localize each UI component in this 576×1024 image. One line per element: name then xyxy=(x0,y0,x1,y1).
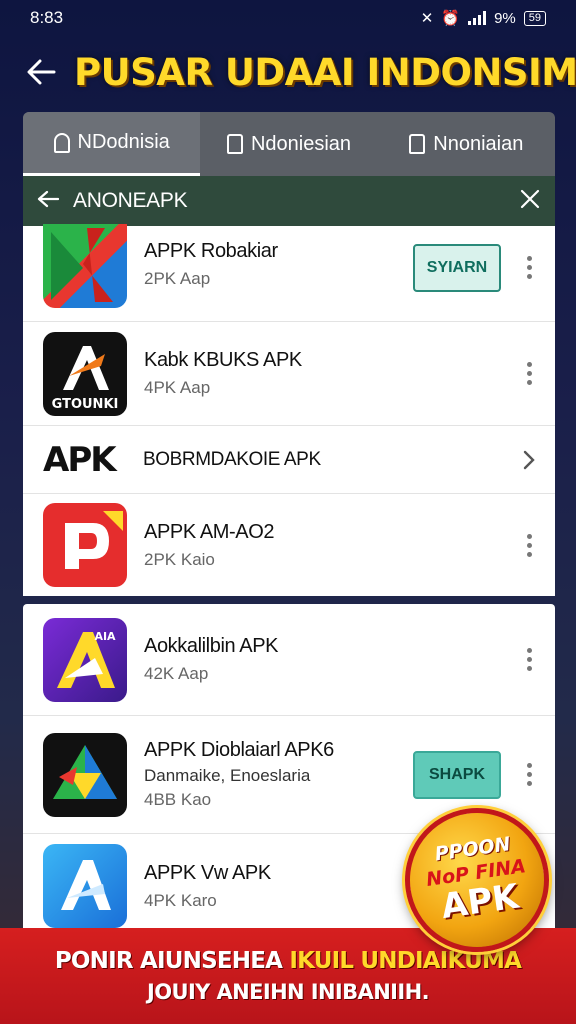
search-input[interactable]: ANONEAPK xyxy=(73,189,519,213)
back-arrow-icon xyxy=(37,190,60,207)
more-options-icon[interactable] xyxy=(519,362,539,385)
tab-label: Ndoniesian xyxy=(250,132,352,155)
close-icon xyxy=(520,189,540,208)
list-item[interactable]: APK BOBRMDAKOIE APK xyxy=(23,426,555,494)
tab-label: NDodnisia xyxy=(77,131,170,153)
status-icons: ✕ ⏰ 9% 59 xyxy=(421,9,546,27)
purple-a-app-icon: AIA xyxy=(43,617,127,702)
app-header: PUSAR UDAAI INDONSIM xyxy=(0,40,576,104)
signal-icon xyxy=(468,11,487,25)
status-bar: 8:83 ✕ ⏰ 9% 59 xyxy=(0,0,576,36)
app-list: APPK Robakiar 2PK Aap SYIARN GTOUNKI Kab… xyxy=(23,224,555,596)
battery-percent: 9% xyxy=(494,9,516,27)
chevron-right-icon[interactable] xyxy=(519,450,539,470)
back-button[interactable] xyxy=(26,52,56,92)
app-subtitle: 4PK Aap xyxy=(144,378,211,397)
more-options-icon[interactable] xyxy=(519,648,539,671)
list-item[interactable]: APPK Robakiar 2PK Aap SYIARN xyxy=(23,224,555,322)
app-title: APPK AM-AO2 xyxy=(144,520,275,543)
alarm-icon: ⏰ xyxy=(441,10,461,27)
app-title: APPK Dioblaiarl APK6 xyxy=(144,739,334,761)
page-title: PUSAR UDAAI INDONSIM xyxy=(74,50,576,94)
search-back-button[interactable] xyxy=(37,190,60,213)
icon-text: AIA xyxy=(94,630,116,643)
app-title: APPK Robakiar xyxy=(144,240,278,262)
more-options-icon[interactable] xyxy=(519,256,539,279)
banner-headline-a: PONIR AIUNSEHEA xyxy=(54,948,283,974)
gtounki-a-icon: GTOUNKI xyxy=(43,331,127,416)
document-icon xyxy=(226,134,243,154)
tab-label: Nnoniaian xyxy=(433,132,524,155)
list-item[interactable]: AIA Aokkalilbin APK 42K Aap xyxy=(23,604,555,716)
search-bar: ANONEAPK xyxy=(23,176,555,226)
home-icon xyxy=(53,132,70,153)
more-options-icon[interactable] xyxy=(519,763,539,786)
battery-icon: 59 xyxy=(523,10,546,26)
app-subtitle: 2PK Aap xyxy=(144,269,211,288)
red-green-x-app-icon xyxy=(43,224,127,308)
notification-icon: ✕ xyxy=(420,10,434,27)
red-d-app-icon xyxy=(43,503,127,587)
status-time: 8:83 xyxy=(30,8,64,27)
share-button[interactable]: SHAPK xyxy=(413,750,501,799)
tab-bar: NDodnisia Ndoniesian Nnoniaian xyxy=(23,112,555,176)
install-button[interactable]: SYIARN xyxy=(413,244,501,292)
green-blue-triangle-app-icon xyxy=(43,732,127,817)
app-title: BOBRMDAKOIE APK xyxy=(143,448,321,470)
app-subtitle: Danmaike, Enoeslaria xyxy=(144,766,311,785)
more-options-icon[interactable] xyxy=(519,533,539,557)
app-subtitle: 42K Aap xyxy=(144,664,209,683)
back-arrow-icon xyxy=(27,59,56,85)
banner-headline-b: IKUIL UNDIAIKUMA xyxy=(289,948,522,974)
list-item[interactable]: APPK AM-AO2 2PK Kaio xyxy=(23,494,555,596)
banner-headline: PONIR AIUNSEHEA IKUIL UNDIAIKUMA xyxy=(54,948,522,974)
banner-subline: JOUIY ANEIHN INIBANIIH. xyxy=(147,980,430,1004)
app-subtitle: 2PK Kaio xyxy=(144,549,215,569)
blue-a-app-icon xyxy=(43,844,127,928)
tab-ndoniesian[interactable]: Ndoniesian xyxy=(200,112,377,176)
tab-ndodnisia[interactable]: NDodnisia xyxy=(23,112,201,176)
app-title: Aokkalilbin APK xyxy=(144,635,279,657)
apk-logo: APK xyxy=(43,439,117,480)
clear-search-button[interactable] xyxy=(519,188,541,215)
icon-text: GTOUNKI xyxy=(52,397,119,412)
app-size: 4BB Kao xyxy=(144,790,212,809)
document-icon xyxy=(409,134,426,154)
list-item[interactable]: GTOUNKI Kabk KBUKS APK 4PK Aap xyxy=(23,322,555,426)
tab-nnoniaian[interactable]: Nnoniaian xyxy=(378,112,555,176)
app-title: Kabk KBUKS APK xyxy=(144,349,302,371)
